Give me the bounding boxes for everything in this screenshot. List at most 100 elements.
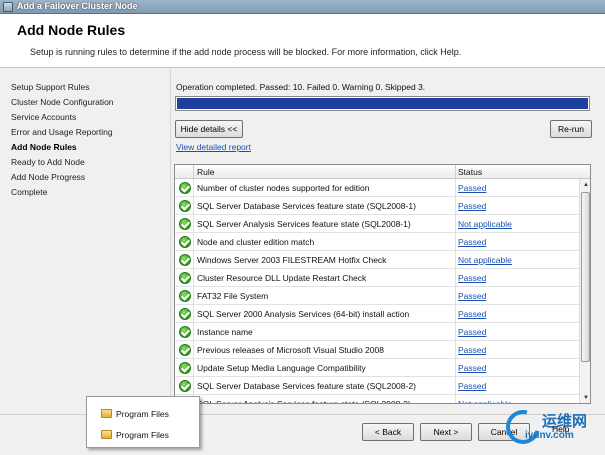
step-setup-support-rules[interactable]: Setup Support Rules [11,82,89,92]
rule-name: SQL Server Database Services feature sta… [197,381,416,391]
column-separator [193,341,194,359]
rule-name: Instance name [197,327,253,337]
column-header-rule[interactable]: Rule [197,167,214,177]
column-separator [455,287,456,305]
table-row[interactable]: SQL Server Database Services feature sta… [175,377,579,395]
rule-status-link[interactable]: Not applicable [458,255,512,265]
table-row[interactable]: SQL Server Analysis Services feature sta… [175,215,579,233]
passed-check-icon [179,326,191,338]
table-row[interactable]: Cluster Resource DLL Update Restart Chec… [175,269,579,287]
rule-status-link[interactable]: Passed [458,183,486,193]
grid-rows: Number of cluster nodes supported for ed… [175,179,579,403]
column-separator [455,179,456,197]
rule-status-link[interactable]: Passed [458,201,486,211]
column-header-status[interactable]: Status [458,167,482,177]
hide-details-button[interactable]: Hide details << [175,120,243,138]
next-button[interactable]: Next > [420,423,472,441]
scroll-up-icon[interactable]: ▲ [580,179,590,191]
popup-item-program-files[interactable]: Program Files [101,409,169,419]
folder-icon [101,430,112,439]
page-title: Add Node Rules [17,22,126,38]
passed-check-icon [179,182,191,194]
column-separator [193,179,194,197]
page-subtitle: Setup is running rules to determine if t… [30,47,462,57]
rule-status-link[interactable]: Passed [458,381,486,391]
folder-icon [101,409,112,418]
popup-item-program-files[interactable]: Program Files [101,430,169,440]
rule-status-link[interactable]: Passed [458,309,486,319]
step-add-node-rules[interactable]: Add Node Rules [11,142,77,152]
column-separator [455,197,456,215]
column-separator [193,323,194,341]
table-row[interactable]: FAT32 File System Passed [175,287,579,305]
column-separator [455,305,456,323]
rule-status-link[interactable]: Passed [458,345,486,355]
step-ready-to-add-node[interactable]: Ready to Add Node [11,157,85,167]
column-separator [455,377,456,395]
rule-status-link[interactable]: Passed [458,363,486,373]
rule-name: Windows Server 2003 FILESTREAM Hotfix Ch… [197,255,387,265]
rerun-button[interactable]: Re-run [550,120,592,138]
table-row[interactable]: SQL Server 2000 Analysis Services (64-bi… [175,305,579,323]
progress-fill [177,98,588,109]
passed-check-icon [179,218,191,230]
column-separator [193,377,194,395]
rule-name: Previous releases of Microsoft Visual St… [197,345,384,355]
rule-name: SQL Server Analysis Services feature sta… [197,219,411,229]
column-separator [455,233,456,251]
back-button[interactable]: < Back [362,423,414,441]
rule-name: Cluster Resource DLL Update Restart Chec… [197,273,367,283]
rule-name: Update Setup Media Language Compatibilit… [197,363,366,373]
steps-nav: Setup Support Rules Cluster Node Configu… [0,69,170,429]
nav-divider [170,69,171,409]
table-row[interactable]: Windows Server 2003 FILESTREAM Hotfix Ch… [175,251,579,269]
table-row[interactable]: Update Setup Media Language Compatibilit… [175,359,579,377]
step-complete[interactable]: Complete [11,187,47,197]
rule-name: Node and cluster edition match [197,237,315,247]
column-separator [193,251,194,269]
table-row[interactable]: Number of cluster nodes supported for ed… [175,179,579,197]
passed-check-icon [179,200,191,212]
column-separator [455,395,456,403]
scroll-thumb[interactable] [581,192,590,362]
passed-check-icon [179,236,191,248]
rule-name: SQL Server Database Services feature sta… [197,201,416,211]
view-report-link[interactable]: View detailed report [176,142,251,152]
rule-status-link[interactable]: Passed [458,273,486,283]
column-separator [455,359,456,377]
rule-status-link[interactable]: Passed [458,237,486,247]
column-separator [193,287,194,305]
page-header: Add Node Rules Setup is running rules to… [0,14,605,68]
grid-scrollbar[interactable]: ▲ ▼ [579,179,590,403]
step-service-accounts[interactable]: Service Accounts [11,112,76,122]
column-separator [455,323,456,341]
watermark-url: iyunv.com [525,430,574,441]
rule-status-link[interactable]: Passed [458,291,486,301]
step-cluster-node-configuration[interactable]: Cluster Node Configuration [11,97,114,107]
table-row[interactable]: Previous releases of Microsoft Visual St… [175,341,579,359]
step-add-node-progress[interactable]: Add Node Progress [11,172,85,182]
column-separator [455,215,456,233]
rule-name: Number of cluster nodes supported for ed… [197,183,370,193]
header-separator [193,165,194,179]
passed-check-icon [179,272,191,284]
table-row[interactable]: SQL Server Database Services feature sta… [175,197,579,215]
column-separator [193,269,194,287]
column-separator [455,341,456,359]
column-separator [455,269,456,287]
column-separator [193,305,194,323]
passed-check-icon [179,290,191,302]
step-error-usage-reporting[interactable]: Error and Usage Reporting [11,127,113,137]
passed-check-icon [179,308,191,320]
table-row[interactable]: Node and cluster edition match Passed [175,233,579,251]
app-icon [3,2,13,12]
rules-grid: Rule Status Number of cluster nodes supp… [174,164,591,404]
rule-status-link[interactable]: Passed [458,327,486,337]
table-row[interactable]: SQL Server Analysis Services feature sta… [175,395,579,403]
progress-bar [175,96,590,111]
window-title: Add a Failover Cluster Node [17,1,138,11]
rule-status-link[interactable]: Not applicable [458,219,512,229]
passed-check-icon [179,254,191,266]
table-row[interactable]: Instance name Passed [175,323,579,341]
scroll-down-icon[interactable]: ▼ [580,392,590,403]
